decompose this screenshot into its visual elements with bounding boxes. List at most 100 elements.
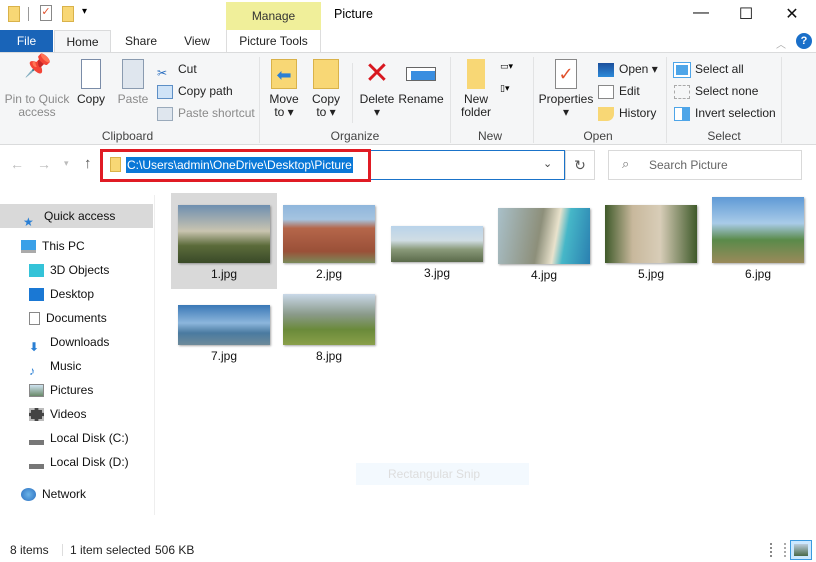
nav-pictures[interactable]: Pictures xyxy=(29,379,93,401)
close-button[interactable]: ✕ xyxy=(777,4,807,24)
properties-button[interactable]: ✓ Properties ▾ xyxy=(538,53,594,119)
divider xyxy=(666,57,667,143)
divider xyxy=(352,63,353,123)
edit-button[interactable]: Edit xyxy=(598,81,640,101)
divider xyxy=(781,57,782,143)
nav-label: This PC xyxy=(42,239,85,253)
file-item[interactable]: 4.jpg xyxy=(491,193,597,289)
properties-quick-icon[interactable]: ✓ xyxy=(40,5,52,21)
search-placeholder: Search Picture xyxy=(649,158,728,172)
copy-button[interactable]: Copy xyxy=(74,53,108,106)
divider xyxy=(533,57,534,143)
recent-locations-button[interactable]: ▾ xyxy=(64,158,69,169)
paste-button[interactable]: Paste xyxy=(114,53,152,106)
thumbnail-image xyxy=(178,205,270,263)
tab-picture-tools[interactable]: Picture Tools xyxy=(226,30,321,53)
thumbnail-image xyxy=(178,305,270,345)
file-item[interactable]: 7.jpg xyxy=(171,291,277,387)
paste-shortcut-icon xyxy=(157,106,173,121)
nav-downloads[interactable]: ⬇ Downloads xyxy=(29,331,109,354)
history-button[interactable]: History xyxy=(598,103,656,123)
select-none-label: Select none xyxy=(695,84,759,98)
invert-selection-icon xyxy=(674,106,690,121)
nav-label: Videos xyxy=(50,407,87,421)
address-dropdown-icon[interactable]: ⌄ xyxy=(543,157,552,170)
pictures-icon xyxy=(29,384,44,398)
divider xyxy=(28,7,29,21)
new-folder-icon xyxy=(467,59,485,89)
open-label: Open xyxy=(619,62,649,76)
manage-context-tab[interactable]: Manage xyxy=(226,2,321,30)
nav-quick-access[interactable]: ★ Quick access xyxy=(0,204,153,230)
forward-button[interactable]: → xyxy=(37,156,51,172)
nav-label: Quick access xyxy=(44,209,116,223)
navigation-pane: ★ Quick access This PC 3D Objects Desktop… xyxy=(0,195,155,515)
new-folder-label: New folder xyxy=(460,92,492,119)
new-folder-quick-icon[interactable] xyxy=(62,6,74,22)
file-item[interactable]: 8.jpg xyxy=(276,291,382,387)
nav-3d-objects[interactable]: 3D Objects xyxy=(29,259,109,281)
minimize-button[interactable]: — xyxy=(686,4,716,24)
nav-label: Music xyxy=(50,359,82,373)
refresh-button[interactable]: ↻ xyxy=(565,150,595,180)
invert-selection-button[interactable]: Invert selection xyxy=(674,103,776,123)
copy-path-button[interactable]: Copy path xyxy=(157,81,233,101)
nav-local-disk-d[interactable]: Local Disk (D:) xyxy=(29,451,129,473)
select-all-icon xyxy=(673,61,691,78)
maximize-button[interactable]: ☐ xyxy=(731,4,761,24)
nav-local-disk-c[interactable]: Local Disk (C:) xyxy=(29,427,129,449)
open-button[interactable]: Open ▾ xyxy=(598,59,658,79)
computer-icon xyxy=(21,240,36,254)
cut-button[interactable]: ✂ Cut xyxy=(157,59,197,80)
file-item[interactable]: 2.jpg xyxy=(276,193,382,289)
address-highlight xyxy=(100,149,371,182)
rename-icon xyxy=(406,67,436,81)
back-button[interactable]: ← xyxy=(10,156,24,172)
file-item[interactable]: 5.jpg xyxy=(598,193,704,289)
nav-desktop[interactable]: Desktop xyxy=(29,283,94,305)
copy-to-icon xyxy=(313,59,339,89)
file-item[interactable]: 6.jpg xyxy=(705,193,811,289)
nav-this-pc[interactable]: This PC xyxy=(21,235,85,257)
new-folder-button[interactable]: New folder xyxy=(456,53,496,119)
copy-path-label: Copy path xyxy=(178,84,233,98)
rename-button[interactable]: Rename xyxy=(398,53,444,106)
delete-button[interactable]: ✕ Delete ▾ xyxy=(358,53,396,119)
file-item[interactable]: 1.jpg xyxy=(171,193,277,289)
copy-icon xyxy=(81,59,101,89)
tab-home[interactable]: Home xyxy=(54,30,111,54)
copy-to-button[interactable]: Copy to ▾ xyxy=(308,53,344,119)
search-icon: ⌕ xyxy=(622,156,630,171)
nav-videos[interactable]: Videos xyxy=(29,403,86,425)
tab-file[interactable]: File xyxy=(0,30,53,53)
nav-label: Desktop xyxy=(50,287,95,301)
search-input[interactable]: Search Picture xyxy=(608,150,802,180)
nav-music[interactable]: ♪ Music xyxy=(29,355,82,378)
file-name: 7.jpg xyxy=(210,349,238,363)
new-item-dropdown[interactable]: ▭▾ xyxy=(500,61,524,75)
nav-network[interactable]: Network xyxy=(21,483,86,505)
collapse-ribbon-icon[interactable]: ︿ xyxy=(776,36,786,51)
tab-view[interactable]: View xyxy=(172,30,222,53)
star-icon: ★ xyxy=(23,215,34,230)
details-view-button[interactable] xyxy=(770,543,786,557)
divider xyxy=(62,544,63,556)
nav-label: Pictures xyxy=(50,383,94,397)
pin-quick-access-button[interactable]: 📌 Pin to Quick access xyxy=(2,53,72,119)
select-all-label: Select all xyxy=(695,62,744,76)
move-to-button[interactable]: ⬅ Move to ▾ xyxy=(266,53,302,119)
up-button[interactable]: ↑ xyxy=(84,155,92,172)
nav-documents[interactable]: Documents xyxy=(29,307,107,329)
rename-label: Rename xyxy=(398,92,444,106)
thumbnail-image xyxy=(283,205,375,263)
large-icons-view-button[interactable] xyxy=(790,540,812,560)
help-icon[interactable]: ? xyxy=(796,33,812,49)
tab-share[interactable]: Share xyxy=(116,30,166,53)
easy-access-dropdown[interactable]: ▯▾ xyxy=(500,83,524,97)
paste-shortcut-button[interactable]: Paste shortcut xyxy=(157,103,255,123)
file-item[interactable]: 3.jpg xyxy=(384,193,490,289)
select-all-button[interactable]: Select all xyxy=(673,59,744,79)
history-icon xyxy=(598,106,614,121)
customize-toolbar-icon[interactable]: ▾ xyxy=(82,6,87,17)
select-none-button[interactable]: Select none xyxy=(674,81,758,101)
